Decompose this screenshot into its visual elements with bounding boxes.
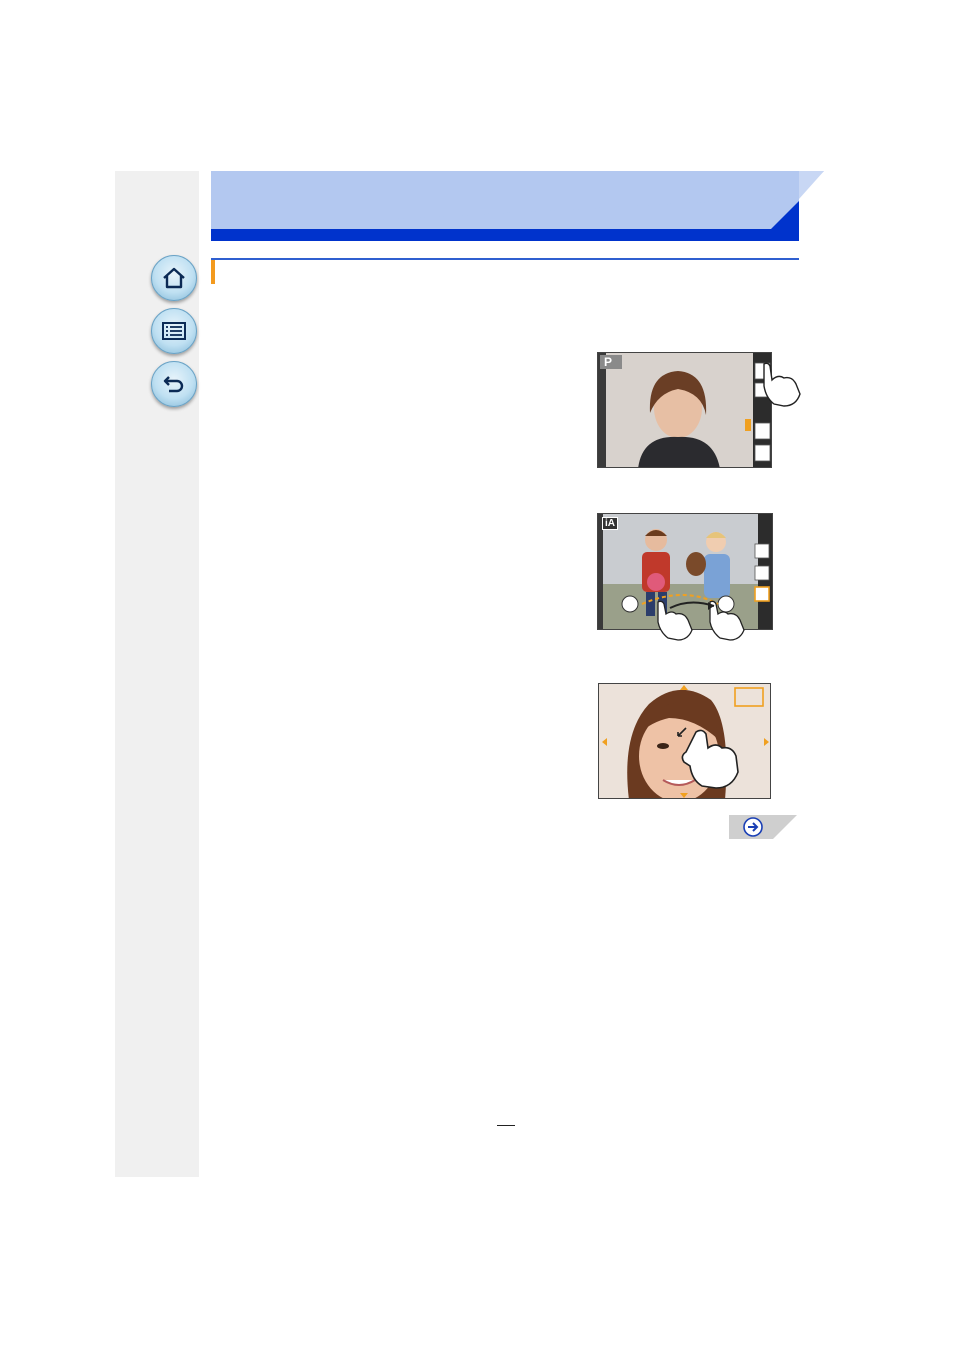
back-button[interactable] bbox=[151, 361, 197, 407]
hand-drag-icon bbox=[657, 600, 745, 641]
section-heading-marker bbox=[211, 260, 215, 284]
hand-pointer-icon bbox=[763, 362, 801, 407]
mode-ia-label: iA bbox=[602, 517, 618, 530]
pinch-hand-icon bbox=[677, 727, 739, 789]
home-icon bbox=[163, 267, 185, 289]
touch-tab-illustration: P bbox=[597, 352, 772, 468]
next-page-button[interactable] bbox=[729, 815, 797, 839]
contents-menu-button[interactable] bbox=[151, 308, 197, 354]
chapter-header-banner bbox=[211, 171, 824, 241]
home-button[interactable] bbox=[151, 255, 197, 301]
return-arrow-icon bbox=[163, 376, 184, 393]
section-heading-rule bbox=[211, 258, 799, 260]
mode-p-label: P bbox=[604, 355, 613, 369]
list-menu-icon bbox=[162, 322, 186, 340]
page-number-mark bbox=[497, 1125, 515, 1126]
